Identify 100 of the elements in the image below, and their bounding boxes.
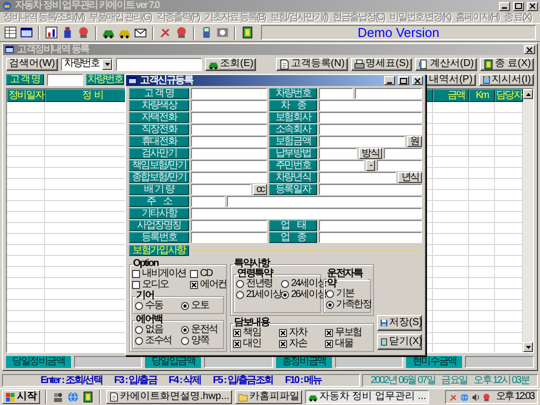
checkbox[interactable] xyxy=(233,340,241,348)
radio-button[interactable] xyxy=(135,337,143,345)
field-select[interactable]: 차량번호 xyxy=(61,58,114,70)
envelope-icon[interactable] xyxy=(134,26,147,39)
checkbox[interactable] xyxy=(132,270,140,278)
text-field[interactable] xyxy=(319,88,353,99)
shortcut-hint: F3 : 입/출금 xyxy=(114,376,157,386)
text-field[interactable] xyxy=(319,112,422,123)
option-label: 가족한정 xyxy=(336,300,372,310)
text-field[interactable] xyxy=(319,184,422,195)
close-button[interactable] xyxy=(527,2,538,10)
checkbox[interactable] xyxy=(132,281,140,289)
group-title: Option xyxy=(133,258,158,269)
radio-button[interactable] xyxy=(236,280,244,288)
text-field[interactable] xyxy=(191,124,267,135)
radio-button[interactable] xyxy=(326,301,334,309)
text-field[interactable] xyxy=(319,232,422,243)
text-field[interactable] xyxy=(191,148,267,159)
field-label: 소속회사 xyxy=(269,124,317,135)
column-header[interactable]: 정비일자 xyxy=(7,89,45,102)
search-field[interactable] xyxy=(116,58,202,70)
text-field[interactable] xyxy=(191,160,267,171)
taskbar-task[interactable]: 자동차 정비 업무관리 ... xyxy=(305,390,430,404)
checkbox[interactable] xyxy=(279,329,287,337)
group-title: 담보내용 xyxy=(234,317,270,328)
taskbar-task[interactable]: 카에이트화면설명.hwp... xyxy=(106,390,232,404)
close-button[interactable] xyxy=(412,76,423,85)
action-button[interactable]: 종 료(X) xyxy=(480,58,534,70)
text-field[interactable] xyxy=(319,136,406,147)
text-field[interactable] xyxy=(191,88,267,99)
search-button[interactable]: 검색어(W) xyxy=(6,58,58,70)
action-button[interactable]: 고객등록(N) xyxy=(276,58,348,70)
door-icon[interactable] xyxy=(241,26,254,39)
caret-down-icon xyxy=(524,343,532,351)
maximize-button[interactable] xyxy=(513,2,524,10)
checkbox[interactable] xyxy=(279,340,287,348)
text-field[interactable] xyxy=(355,88,422,99)
radio-button[interactable] xyxy=(281,291,289,299)
minimize-button[interactable] xyxy=(499,2,510,10)
text-field[interactable] xyxy=(319,100,422,111)
text-field[interactable] xyxy=(319,160,364,171)
column-header[interactable]: 담당자 xyxy=(495,89,523,102)
field-label: 기타사항 xyxy=(129,208,189,219)
speaker-icon[interactable] xyxy=(470,392,480,402)
text-field[interactable] xyxy=(191,208,422,219)
option-label: 없음 xyxy=(145,325,163,335)
checkbox[interactable] xyxy=(325,340,333,348)
action-button[interactable]: 지시서(I) xyxy=(478,74,534,86)
checkbox[interactable] xyxy=(233,329,241,337)
radio-button[interactable] xyxy=(281,280,289,288)
start-button[interactable]: 시작 xyxy=(2,390,40,404)
text-field[interactable] xyxy=(191,172,267,183)
table-icon[interactable] xyxy=(4,26,17,39)
globe-icon[interactable] xyxy=(67,391,79,403)
radio-button[interactable] xyxy=(181,337,189,345)
text-field[interactable] xyxy=(191,220,267,231)
text-field[interactable] xyxy=(319,172,396,183)
checkbox[interactable] xyxy=(325,329,333,337)
column-header[interactable]: Km xyxy=(469,89,495,102)
text-field[interactable] xyxy=(191,196,225,207)
dialog-title: 고객신규등록 xyxy=(140,76,194,86)
close-button[interactable] xyxy=(524,45,535,54)
unit-label: - xyxy=(366,160,375,171)
text-field[interactable] xyxy=(227,196,422,207)
action-button[interactable]: 계산서(D) xyxy=(415,58,477,70)
checkbox[interactable] xyxy=(190,281,198,289)
radio-button[interactable] xyxy=(326,290,334,298)
window-icon[interactable] xyxy=(20,26,33,39)
text-field[interactable] xyxy=(191,100,267,111)
checkbox[interactable] xyxy=(190,270,198,278)
window-icon xyxy=(5,45,14,54)
door-icon[interactable] xyxy=(82,391,94,403)
people-icon[interactable] xyxy=(52,391,64,403)
text-field[interactable] xyxy=(319,220,422,231)
scrollbar[interactable] xyxy=(523,89,533,352)
banner-text: Demo Version xyxy=(358,26,440,39)
text-field[interactable] xyxy=(319,148,357,159)
text-field[interactable] xyxy=(191,232,267,243)
field-label: 차량번호 xyxy=(86,74,124,85)
option-label: CD xyxy=(200,269,212,279)
text-field[interactable] xyxy=(191,136,267,147)
text-field[interactable] xyxy=(384,148,422,159)
radio-button[interactable] xyxy=(236,291,244,299)
radio-button[interactable] xyxy=(181,302,189,310)
minimize-button[interactable] xyxy=(384,76,395,85)
text-field[interactable] xyxy=(319,124,422,135)
field-label: 종합보험/만기 xyxy=(129,172,189,183)
action-button[interactable]: 명세표(S) xyxy=(350,58,412,70)
maximize-button[interactable] xyxy=(398,76,409,85)
radio-button[interactable] xyxy=(181,326,189,334)
text-field[interactable] xyxy=(191,184,252,195)
column-header[interactable]: 금액 xyxy=(433,89,469,102)
chart-icon[interactable] xyxy=(45,26,58,39)
radio-button[interactable] xyxy=(135,326,143,334)
taskbar-task[interactable]: 카홈피파일 xyxy=(235,390,302,404)
name-field[interactable] xyxy=(47,74,83,86)
text-field[interactable] xyxy=(376,160,422,171)
text-field[interactable] xyxy=(191,112,267,123)
lookup-button[interactable]: 조회(E) xyxy=(205,58,256,70)
radio-button[interactable] xyxy=(135,302,143,310)
